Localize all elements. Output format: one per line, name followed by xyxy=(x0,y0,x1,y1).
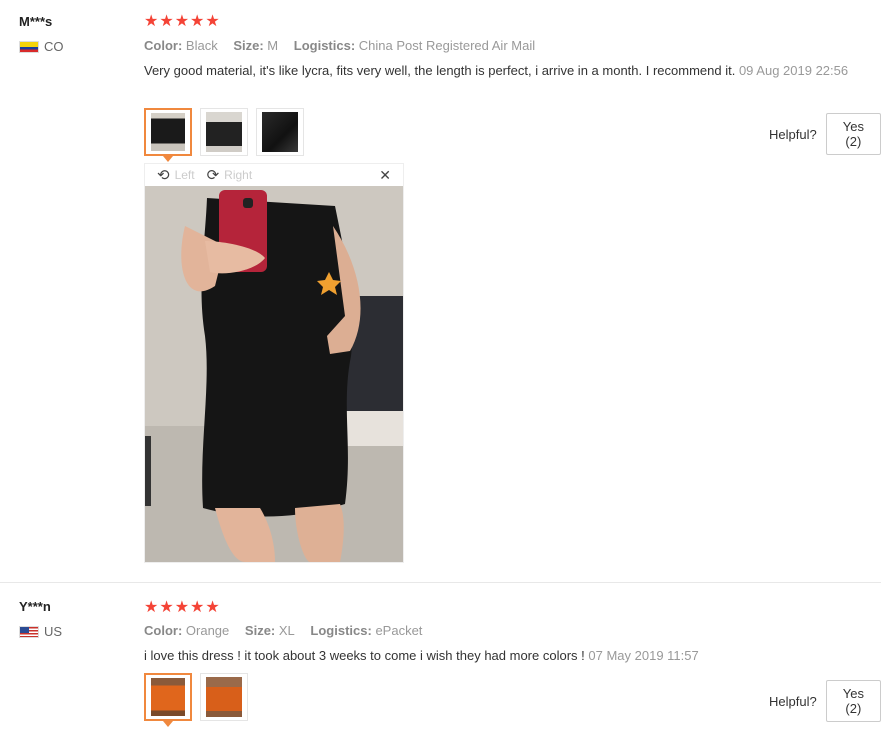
review-text-block: Very good material, it's like lycra, fit… xyxy=(144,62,864,80)
helpful-label: Helpful? xyxy=(769,693,817,709)
rotate-right-icon: ⟳ xyxy=(206,167,220,184)
helpful-yes-button[interactable]: Yes (2) xyxy=(825,113,881,155)
review-thumbnail[interactable] xyxy=(144,108,192,162)
logistics-label: Logistics: xyxy=(293,38,356,53)
color-value: Black xyxy=(185,38,218,53)
color-label: Color: xyxy=(144,38,183,53)
review-photo-image xyxy=(145,186,403,562)
review-thumbnail[interactable] xyxy=(256,108,304,156)
flag-us-icon xyxy=(19,625,39,638)
rotate-right-button[interactable]: ⟳ Right xyxy=(207,166,253,184)
review-date: 07 May 2019 11:57 xyxy=(588,648,699,663)
reviewer-name: Y***n xyxy=(19,599,51,614)
logistics-value: ePacket xyxy=(375,623,423,638)
review-thumbnail[interactable] xyxy=(144,673,192,727)
review-text-block: i love this dress ! it took about 3 week… xyxy=(144,647,864,665)
size-label: Size: xyxy=(244,623,276,638)
reviewer-name: M***s xyxy=(19,14,53,29)
flag-co-icon xyxy=(19,40,39,53)
order-info: Color: Black Size: M Logistics: China Po… xyxy=(144,38,535,53)
helpful-section: Helpful? Yes (2) xyxy=(769,680,881,722)
helpful-section: Helpful? Yes (2) xyxy=(769,113,881,155)
rotate-left-label: Left xyxy=(174,168,195,182)
logistics-value: China Post Registered Air Mail xyxy=(358,38,536,53)
review-thumbnails xyxy=(144,673,256,727)
review-item: M***s CO ★★★★★ Color: Black Size: M Logi… xyxy=(0,0,881,582)
reviewer-country: CO xyxy=(19,39,64,54)
star-rating: ★★★★★ xyxy=(144,13,221,30)
size-value: M xyxy=(267,38,279,53)
review-text: Very good material, it's like lycra, fit… xyxy=(144,63,736,78)
review-thumbnail[interactable] xyxy=(200,108,248,156)
logistics-label: Logistics: xyxy=(310,623,372,638)
country-code: US xyxy=(44,624,63,639)
viewer-toolbar: ⟲ Left ⟳ Right xyxy=(145,164,403,186)
helpful-label: Helpful? xyxy=(769,126,817,142)
review-thumbnail[interactable] xyxy=(200,673,248,721)
image-viewer: ⟲ Left ⟳ Right ✕ xyxy=(144,163,404,563)
review-date: 09 Aug 2019 22:56 xyxy=(738,63,849,78)
close-icon[interactable]: ✕ xyxy=(379,167,391,184)
review-thumbnails xyxy=(144,108,312,162)
star-rating: ★★★★★ xyxy=(144,599,221,616)
review-item: Y***n US ★★★★★ Color: Orange Size: XL Lo… xyxy=(0,582,881,730)
color-label: Color: xyxy=(144,623,183,638)
size-value: XL xyxy=(278,623,295,638)
rotate-right-label: Right xyxy=(224,168,253,182)
rotate-left-button[interactable]: ⟲ Left xyxy=(157,166,195,184)
review-photo xyxy=(145,186,403,562)
review-text: i love this dress ! it took about 3 week… xyxy=(144,648,585,663)
color-value: Orange xyxy=(185,623,230,638)
helpful-yes-button[interactable]: Yes (2) xyxy=(825,680,881,722)
country-code: CO xyxy=(44,39,64,54)
order-info: Color: Orange Size: XL Logistics: ePacke… xyxy=(144,623,422,638)
rotate-left-icon: ⟲ xyxy=(157,167,170,184)
reviewer-country: US xyxy=(19,624,62,639)
size-label: Size: xyxy=(233,38,264,53)
